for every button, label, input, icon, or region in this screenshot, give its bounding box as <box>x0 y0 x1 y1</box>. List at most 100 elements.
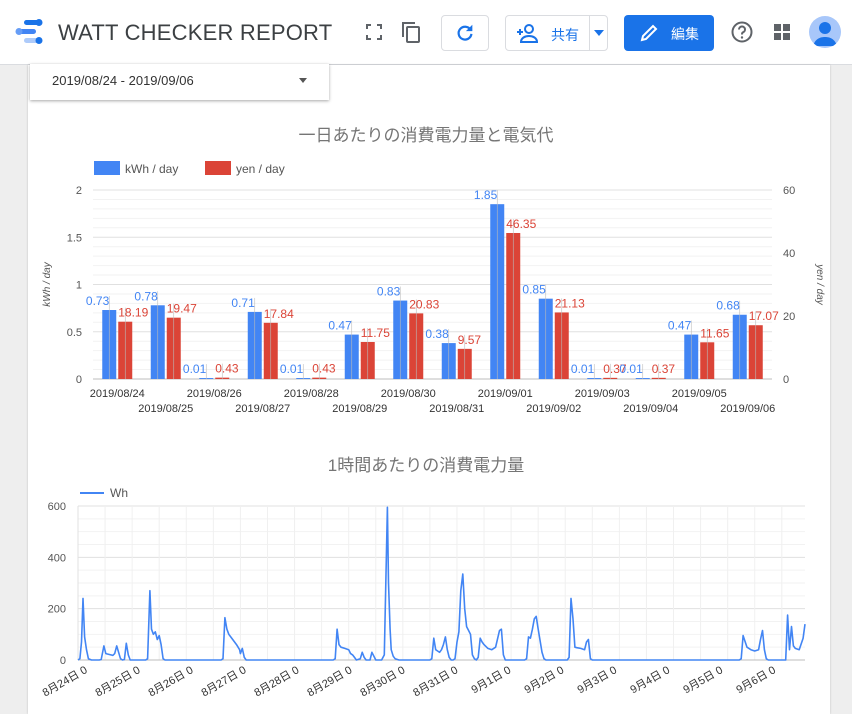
data-label-yen: 0.37 <box>652 362 676 376</box>
series-line-wh <box>77 506 806 661</box>
report-title: WATT CHECKER REPORT <box>58 20 333 45</box>
data-label-kwh: 0.71 <box>231 296 255 310</box>
date-range-control[interactable]: 2019/08/24 - 2019/09/06 <box>30 64 329 100</box>
y2-axis-label: yen / day <box>814 263 825 306</box>
legend-label-0: kWh / day <box>125 162 178 176</box>
data-studio-logo-icon <box>15 19 43 44</box>
y-axis-label: kWh / day <box>42 261 53 306</box>
chart1-title: 一日あたりの消費電力量と電気代 <box>298 126 554 145</box>
y2-tick-label: 40 <box>783 248 795 260</box>
x-tick-label: 8月27日 0 <box>199 664 248 699</box>
x-tick-label: 2019/08/25 <box>138 403 193 415</box>
x-tick-label: 2019/08/26 <box>187 388 242 400</box>
x-tick-label: 2019/09/02 <box>526 403 581 415</box>
data-label-yen: 17.07 <box>749 309 779 323</box>
data-label-yen: 19.47 <box>167 302 197 316</box>
avatar[interactable] <box>809 16 841 48</box>
data-label-kwh: 0.01 <box>571 362 595 376</box>
refresh-button[interactable] <box>441 15 489 51</box>
data-label-kwh: 0.47 <box>328 319 352 333</box>
data-label-kwh: 0.85 <box>522 283 546 297</box>
data-label-kwh: 0.73 <box>86 294 110 308</box>
data-label-kwh: 0.83 <box>377 285 401 299</box>
x-tick-label: 9月4日 0 <box>628 664 672 696</box>
data-label-kwh: 0.01 <box>619 362 643 376</box>
data-label-kwh: 0.47 <box>668 319 692 333</box>
user-avatar-icon <box>813 22 837 46</box>
data-label-kwh: 0.38 <box>425 327 449 341</box>
legend-swatch-0 <box>94 161 120 175</box>
x-tick-label: 8月25日 0 <box>94 664 143 699</box>
apps-grid-icon[interactable] <box>770 20 794 44</box>
caret-down-icon <box>594 30 604 36</box>
x-tick-label: 2019/08/28 <box>284 388 339 400</box>
x-tick-label: 2019/09/06 <box>720 403 775 415</box>
legend-label: Wh <box>110 486 128 500</box>
y-tick-label: 200 <box>48 604 66 616</box>
x-tick-label: 8月31日 0 <box>411 664 460 699</box>
x-tick-label: 2019/08/29 <box>332 403 387 415</box>
x-tick-label: 8月26日 0 <box>147 664 196 699</box>
x-tick-label: 9月3日 0 <box>575 664 619 696</box>
y-tick-label: 0 <box>60 655 66 667</box>
fullscreen-icon[interactable] <box>362 20 386 44</box>
data-label-yen: 9.57 <box>458 333 482 347</box>
y-tick-label: 2 <box>76 185 82 197</box>
x-tick-label: 9月1日 0 <box>470 664 514 696</box>
data-label-yen: 21.13 <box>555 296 585 310</box>
edit-label: 編集 <box>671 26 699 42</box>
refresh-icon <box>457 24 473 41</box>
x-tick-label: 2019/09/01 <box>478 388 533 400</box>
data-label-kwh: 0.78 <box>134 289 158 303</box>
x-tick-label: 2019/08/31 <box>429 403 484 415</box>
y-tick-label: 1.5 <box>67 232 82 244</box>
data-label-yen: 17.84 <box>264 307 294 321</box>
data-label-yen: 0.43 <box>215 362 239 376</box>
data-label-kwh: 1.85 <box>474 188 498 202</box>
copy-icon[interactable] <box>399 20 423 44</box>
y-tick-label: 0.5 <box>67 327 82 339</box>
y2-tick-label: 60 <box>783 185 795 197</box>
y2-tick-label: 20 <box>783 311 795 323</box>
data-label-yen: 11.75 <box>361 326 390 340</box>
share-dropdown[interactable] <box>590 16 608 50</box>
x-tick-label: 8月28日 0 <box>252 664 301 699</box>
x-tick-label: 2019/08/24 <box>90 388 145 400</box>
x-tick-label: 9月2日 0 <box>523 664 567 696</box>
y-tick-label: 0 <box>76 374 82 386</box>
legend-label-1: yen / day <box>236 162 285 176</box>
share-main[interactable]: 共有 <box>506 16 589 50</box>
x-tick-label: 8月30日 0 <box>358 664 407 699</box>
data-label-yen: 18.19 <box>118 306 148 320</box>
x-tick-label: 2019/09/04 <box>623 403 678 415</box>
y-tick-label: 1 <box>76 280 82 292</box>
share-label: 共有 <box>551 27 579 43</box>
x-tick-label: 8月24日 0 <box>41 664 90 699</box>
date-range-value: 2019/08/24 - 2019/09/06 <box>52 73 194 88</box>
y-tick-label: 400 <box>48 552 66 564</box>
data-label-yen: 0.43 <box>312 362 336 376</box>
x-tick-label: 2019/09/05 <box>672 388 727 400</box>
x-tick-label: 2019/08/30 <box>381 388 436 400</box>
add-person-icon <box>517 24 539 43</box>
x-tick-label: 8月29日 0 <box>305 664 354 699</box>
share-button[interactable]: 共有 <box>505 15 608 51</box>
caret-down-icon <box>299 78 307 83</box>
edit-button[interactable]: 編集 <box>624 15 714 51</box>
data-label-kwh: 0.01 <box>280 362 304 376</box>
y-tick-label: 600 <box>48 501 66 513</box>
data-label-kwh: 0.01 <box>183 362 207 376</box>
x-tick-label: 9月6日 0 <box>734 664 778 696</box>
y2-tick-label: 0 <box>783 374 789 386</box>
data-label-yen: 20.83 <box>409 297 439 311</box>
top-bar: WATT CHECKER REPORT 共有 編集 <box>0 0 852 65</box>
data-label-yen: 11.65 <box>700 326 729 340</box>
daily-bar-chart: kWh / day yen / day00.511.520204060kWh / … <box>42 161 825 415</box>
data-label-kwh: 0.68 <box>716 299 740 313</box>
x-tick-label: 2019/08/27 <box>235 403 290 415</box>
legend-swatch-1 <box>205 161 231 175</box>
pencil-icon <box>640 24 658 42</box>
chart2-title: 1時間あたりの消費電力量 <box>327 456 525 475</box>
help-icon[interactable] <box>730 20 754 44</box>
x-tick-label: 9月5日 0 <box>681 664 725 696</box>
